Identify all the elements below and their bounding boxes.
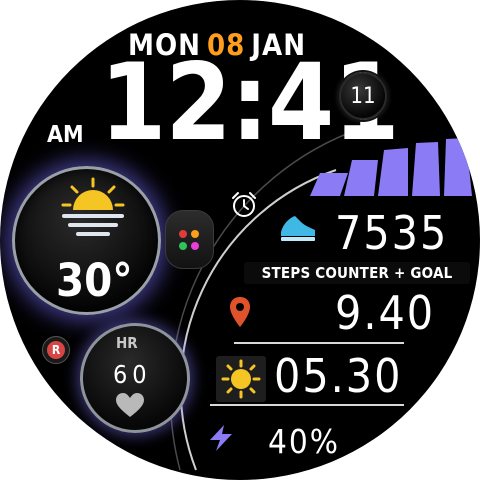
reminder-letter: R (47, 341, 65, 359)
hr-label: HR (116, 334, 138, 352)
goal-bar-4 (412, 142, 440, 196)
watch-stage: MON 08 JAN 12:41 AM 11 30° 7535 STEPS CO… (0, 0, 480, 480)
dot-magenta (191, 242, 199, 250)
sun-over-horizon-icon (61, 177, 125, 236)
location-pin-icon (230, 297, 250, 327)
seconds-value: 11 (350, 83, 376, 109)
hr-value: 60 (113, 360, 152, 389)
am-pm-indicator: AM (47, 122, 84, 148)
alarm-clock-icon[interactable] (229, 190, 259, 220)
goal-bar-2 (344, 160, 378, 196)
divider-2 (210, 404, 404, 406)
sneaker-icon (281, 216, 315, 241)
lightning-bolt-icon (210, 425, 232, 451)
steps-label: STEPS COUNTER + GOAL (244, 262, 470, 284)
dot-orange (191, 230, 199, 238)
dot-red (179, 230, 187, 238)
goal-bar-1 (310, 173, 348, 196)
distance-value[interactable]: 9.40 (335, 286, 435, 340)
battery-value: 40% (268, 422, 340, 461)
watch-face: MON 08 JAN 12:41 AM 11 30° 7535 STEPS CO… (0, 0, 480, 480)
divider-1 (234, 342, 404, 344)
reminder-badge[interactable]: R (42, 336, 70, 364)
sun-icon (221, 359, 261, 399)
goal-bar-5 (444, 138, 472, 196)
weather-temperature: 30° (56, 254, 133, 307)
heart-icon (116, 393, 144, 417)
seconds-badge: 11 (339, 72, 387, 120)
sunrise-value[interactable]: 05.30 (274, 349, 402, 403)
apps-launcher-button[interactable] (165, 210, 214, 269)
dot-green (179, 242, 187, 250)
steps-value[interactable]: 7535 (335, 206, 448, 260)
